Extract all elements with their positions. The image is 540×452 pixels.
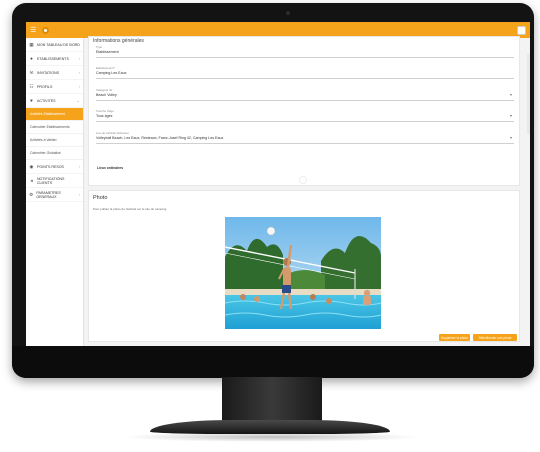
categorie-select[interactable]: Catégorie ref Beach Volley ▾ <box>96 88 514 101</box>
monitor-chin <box>12 346 534 378</box>
chevron-icon: › <box>78 164 80 169</box>
sidebar-item-label: NOTIFICATIONS CLIENTS <box>36 176 65 185</box>
loading-spinner-icon <box>299 176 307 184</box>
add-location-link[interactable]: Lieux ordinaires <box>97 166 123 170</box>
type-field[interactable]: Type Etablissement <box>96 45 514 58</box>
points-icon: ◉ <box>29 163 34 169</box>
sidebar-subitem-calendrier-etablissements[interactable]: Calendrier Etablissements <box>26 121 83 134</box>
tranche-age-select[interactable]: Tranche d'âge Tous âges ▾ <box>96 109 514 122</box>
webcam-icon <box>286 11 290 15</box>
sidebar-item-parametres-generaux[interactable]: ⚙ PARAMETRES GENERAUX › <box>26 188 83 202</box>
logo-icon <box>42 26 50 34</box>
stage: ☰ ▦ MON TABLEAU DE BORD ● ETABLISSEMENTS › … <box>0 0 540 452</box>
dropdown-arrow-icon: ▾ <box>509 92 512 97</box>
sidebar-item-label: ETABLISSEMENTS <box>37 56 69 61</box>
sidebar-subitem-activites-a-valider[interactable]: Activités à Valider <box>26 134 83 147</box>
activity-photo <box>225 217 381 329</box>
scrollbar[interactable] <box>527 54 530 134</box>
delete-photo-button[interactable]: Supprimer la photo <box>439 334 470 341</box>
field-label: Etablissement* <box>96 66 115 70</box>
stand-shadow <box>120 432 420 442</box>
sidebar-item-label: POINTS RESOS <box>37 164 64 169</box>
megaphone-icon: ◂ <box>30 177 33 183</box>
field-label: Tranche d'âge <box>96 109 114 113</box>
menu-icon[interactable]: ☰ <box>30 27 36 34</box>
chevron-icon: › <box>78 84 80 89</box>
lieu-select[interactable]: Lieu de l'activité (Adresse) Volleyball … <box>96 131 514 144</box>
dashboard-icon: ▦ <box>29 41 34 47</box>
field-label: Type <box>96 45 103 49</box>
chevron-icon: › <box>78 70 80 75</box>
monitor-stand-neck <box>222 377 322 425</box>
sidebar-item-label: ACTIVITÉS <box>37 98 56 103</box>
envelope-icon: ✉ <box>29 69 34 75</box>
field-value: Etablissement <box>96 50 119 54</box>
chevron-down-icon: ⌄ <box>76 98 80 103</box>
field-label: Lieu de l'activité (Adresse) <box>96 131 129 135</box>
field-value: Tous âges <box>96 114 113 118</box>
select-photo-button[interactable]: Sélectionner une photo <box>473 334 517 341</box>
sidebar-item-notifications-clients[interactable]: ◂ NOTIFICATIONS CLIENTS <box>26 174 83 188</box>
sidebar: ▦ MON TABLEAU DE BORD ● ETABLISSEMENTS › ✉ I… <box>26 38 84 346</box>
settings-icon: ⚙ <box>29 191 34 197</box>
photo-card: Photo Pour publier la photo de l'activit… <box>88 190 520 342</box>
main-content: Informations générales Type Etablissemen… <box>86 36 530 346</box>
field-value: Camping Les Eaux <box>96 71 127 75</box>
field-label: Catégorie ref <box>96 88 113 92</box>
heart-icon: ♥ <box>30 98 33 103</box>
pool-volleyball-image <box>225 217 381 329</box>
avatar[interactable] <box>517 25 526 35</box>
field-value: Volleyball Beach, Les Eaux, Resteaux, Fr… <box>96 136 224 140</box>
dropdown-arrow-icon: ▾ <box>509 135 512 140</box>
dropdown-arrow-icon: ▾ <box>509 113 512 118</box>
sidebar-subitem-activites-etablissement[interactable]: Activités Etablissement <box>26 108 83 121</box>
sidebar-item-etablissements[interactable]: ● ETABLISSEMENTS › <box>26 52 83 66</box>
sidebar-subitem-calendrier-globalise[interactable]: Calendrier Globalisé <box>26 147 83 160</box>
chevron-icon: › <box>78 192 80 197</box>
sidebar-item-label: PARAMETRES GENERAUX <box>36 190 61 199</box>
sidebar-item-profils[interactable]: ☷ PROFILS › <box>26 80 83 94</box>
photo-title: Photo <box>93 195 108 201</box>
sidebar-item-activites[interactable]: ♥ ACTIVITÉS ⌄ <box>26 94 83 108</box>
sidebar-item-dashboard[interactable]: ▦ MON TABLEAU DE BORD <box>26 38 83 52</box>
profile-icon: ☷ <box>29 83 34 89</box>
sidebar-item-invitations[interactable]: ✉ INVITATIONS › <box>26 66 83 80</box>
sidebar-item-label: PROFILS <box>37 84 53 89</box>
screen: ☰ ▦ MON TABLEAU DE BORD ● ETABLISSEMENTS › … <box>26 22 530 346</box>
field-value: Beach Volley <box>96 93 117 97</box>
section-title: Informations générales <box>93 38 144 44</box>
chevron-icon: › <box>78 56 80 61</box>
sidebar-item-label: INVITATIONS <box>37 70 60 75</box>
general-info-card: Informations générales Type Etablissemen… <box>88 36 520 186</box>
photo-help-text: Pour publier la photo de l'activité sur … <box>93 207 167 211</box>
sidebar-item-points-resos[interactable]: ◉ POINTS RESOS › <box>26 160 83 174</box>
sidebar-item-label: MON TABLEAU DE BORD <box>37 42 80 47</box>
etablissement-field[interactable]: Etablissement* Camping Les Eaux <box>96 66 514 79</box>
building-icon: ● <box>30 56 33 61</box>
